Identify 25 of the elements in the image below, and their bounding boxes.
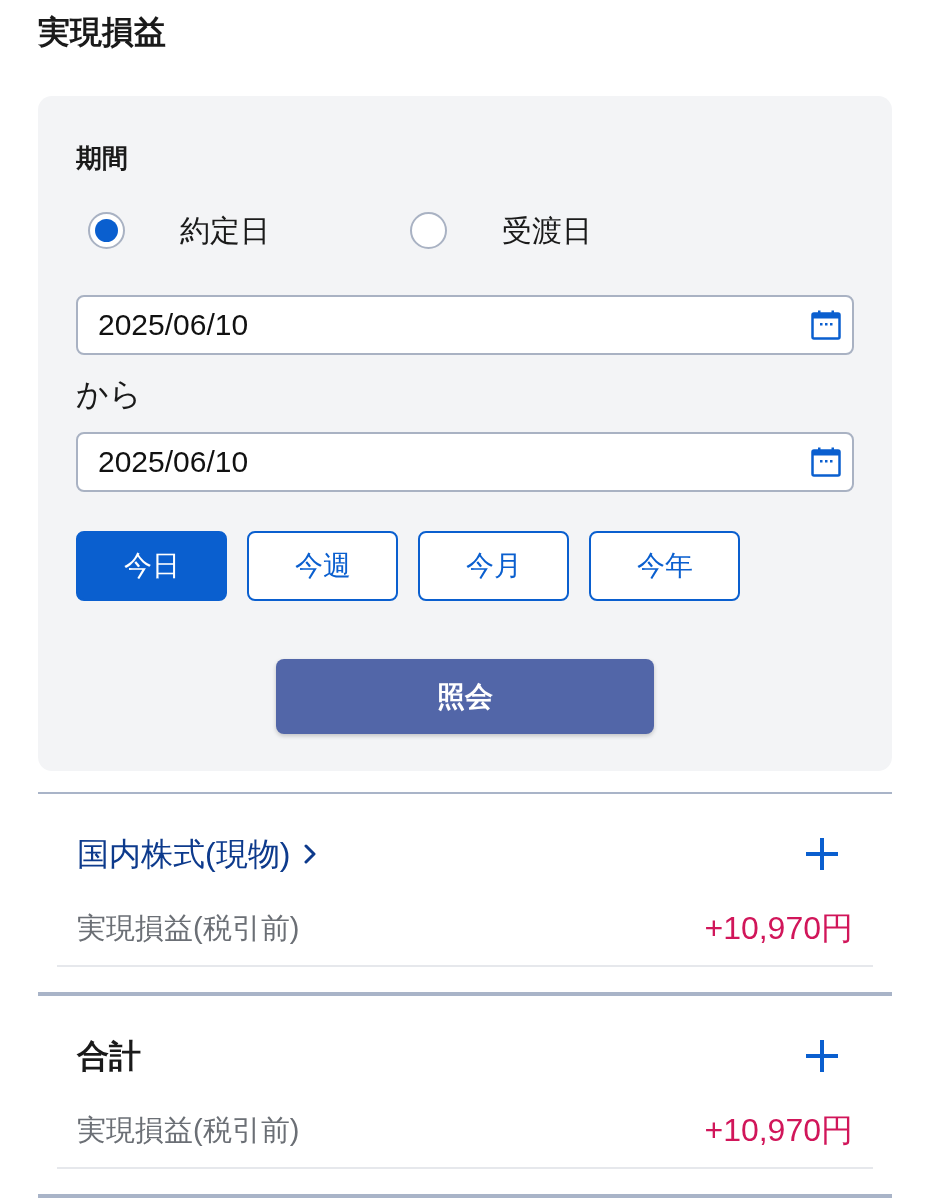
submit-button[interactable]: 照会 (276, 659, 654, 734)
radio-label[interactable]: 受渡日 (502, 212, 592, 249)
section-heading: 合計 (77, 1037, 141, 1076)
calendar-icon[interactable] (811, 447, 841, 477)
row-value: +10,970円 (704, 910, 853, 946)
page-title: 実現損益 (38, 14, 166, 50)
date-field[interactable]: 2025/06/10 (76, 295, 854, 355)
radio-label[interactable]: 約定日 (180, 212, 270, 249)
plus-icon[interactable] (806, 838, 838, 870)
category-link[interactable]: 国内株式(現物) (77, 834, 317, 874)
row-value: +10,970円 (704, 1112, 853, 1148)
quick-range-button[interactable]: 今年 (589, 531, 740, 601)
radio-button[interactable] (88, 212, 125, 249)
quick-range-button[interactable]: 今月 (418, 531, 569, 601)
range-connector-text: から (76, 375, 142, 414)
radio-button[interactable] (410, 212, 447, 249)
chevron-right-icon (304, 844, 317, 864)
date-field[interactable]: 2025/06/10 (76, 432, 854, 492)
quick-range-button[interactable]: 今週 (247, 531, 398, 601)
quick-range-button[interactable]: 今日 (76, 531, 227, 601)
row-label: 実現損益(税引前) (77, 1113, 300, 1148)
period-label: 期間 (76, 143, 128, 173)
plus-icon[interactable] (806, 1040, 838, 1072)
row-label: 実現損益(税引前) (77, 911, 300, 946)
calendar-icon[interactable] (811, 310, 841, 340)
